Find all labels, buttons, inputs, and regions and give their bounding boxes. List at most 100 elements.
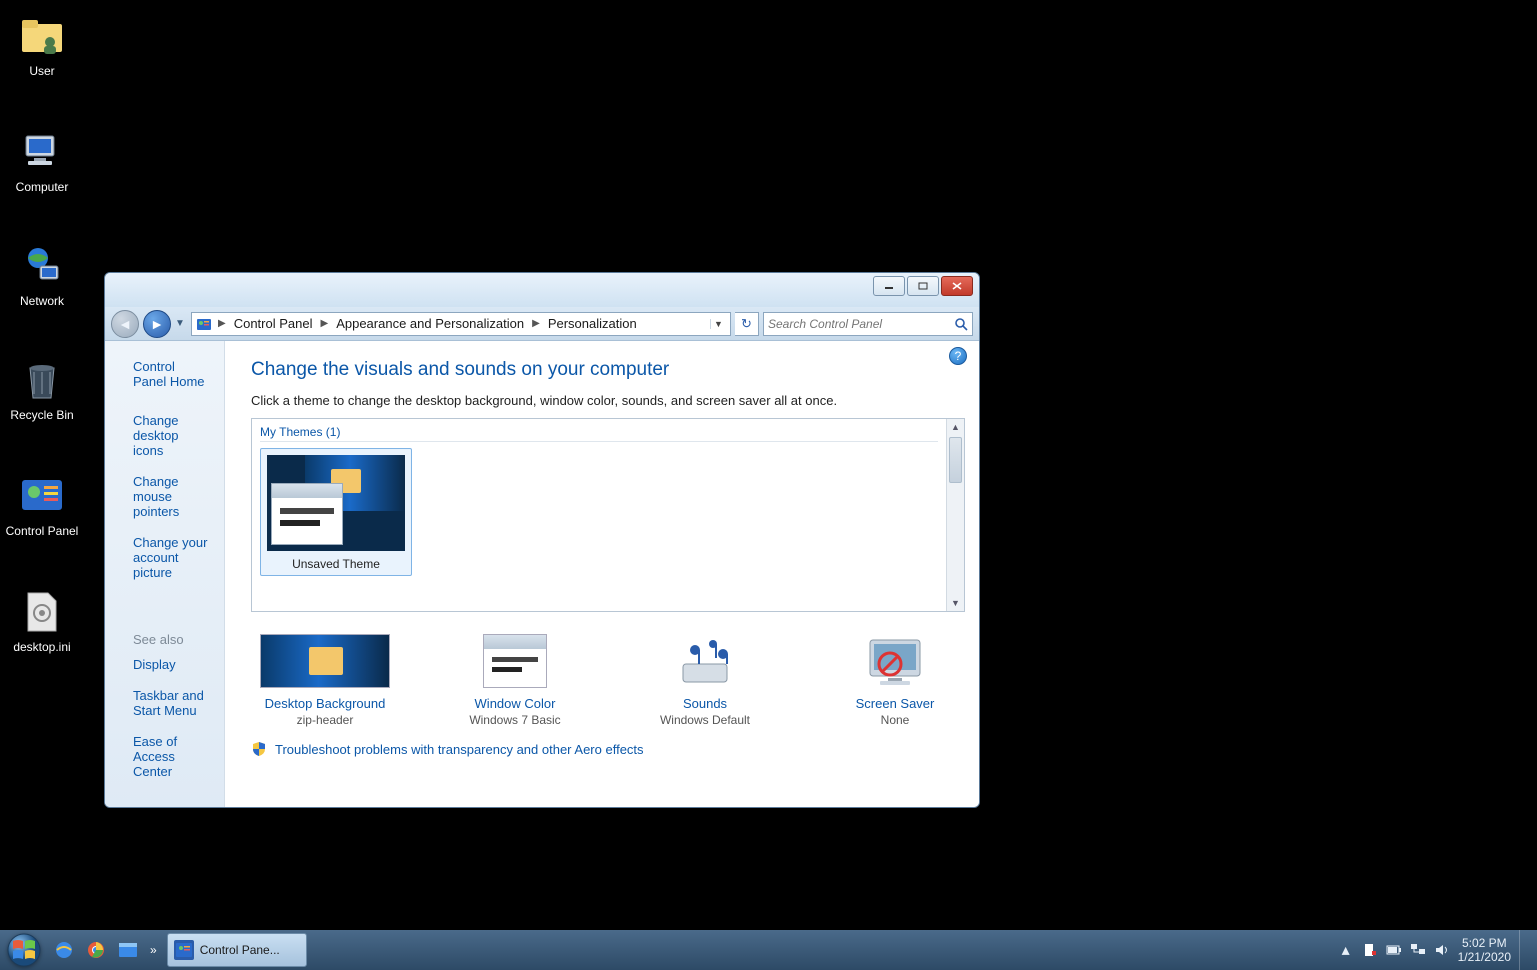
screen-saver-link[interactable]: Screen Saver None [825, 634, 965, 727]
q-title: Desktop Background [255, 696, 395, 711]
desktop-icon-label: Computer [2, 180, 82, 194]
breadcrumb-item[interactable]: Control Panel [232, 316, 315, 331]
desktop-background-link[interactable]: Desktop Background zip-header [255, 634, 395, 727]
maximize-button[interactable] [907, 276, 939, 296]
breadcrumb-root-icon [196, 316, 212, 332]
search-box[interactable] [763, 312, 973, 336]
desktop-icon-controlpanel[interactable]: Control Panel [2, 472, 82, 538]
desktop-icon-user[interactable]: User [2, 12, 82, 78]
sounds-link[interactable]: Sounds Windows Default [635, 634, 775, 727]
desktop-icon-label: Network [2, 294, 82, 308]
nav-history-dropdown[interactable]: ▼ [175, 318, 187, 329]
clock-date: 1/21/2020 [1458, 950, 1511, 964]
themes-scrollbar[interactable]: ▲ ▼ [946, 419, 964, 611]
system-tray: ▴ 5:02 PM 1/21/2020 [1334, 930, 1537, 970]
network-icon [18, 242, 66, 290]
desktop-icon-recyclebin[interactable]: Recycle Bin [2, 356, 82, 422]
clock-time: 5:02 PM [1458, 936, 1511, 950]
chevron-right-icon: ▶ [528, 318, 544, 329]
breadcrumb[interactable]: ▶ Control Panel ▶ Appearance and Persona… [191, 312, 731, 336]
sounds-thumb [640, 634, 770, 688]
tray-volume-icon[interactable] [1433, 941, 1451, 959]
desktop-icon-network[interactable]: Network [2, 242, 82, 308]
window-color-link[interactable]: Window Color Windows 7 Basic [445, 634, 585, 727]
tray-action-center-icon[interactable] [1361, 941, 1379, 959]
window-color-thumb [483, 634, 547, 688]
sidebar-link-desktop-icons[interactable]: Change desktop icons [133, 413, 208, 458]
refresh-button[interactable]: ↻ [735, 312, 759, 336]
chevron-right-icon: ▶ [316, 318, 332, 329]
breadcrumb-dropdown[interactable]: ▼ [710, 319, 726, 329]
search-input[interactable] [768, 317, 954, 331]
controlpanel-icon [174, 940, 194, 960]
folder-user-icon [18, 12, 66, 60]
q-title: Screen Saver [825, 696, 965, 711]
desktop-icon-desktopini[interactable]: desktop.ini [2, 588, 82, 654]
taskbar-item-label: Control Pane... [200, 943, 280, 957]
sidebar: Control Panel Home Change desktop icons … [105, 341, 225, 807]
q-sub: Windows Default [635, 713, 775, 727]
address-bar: ◄ ► ▼ ▶ Control Panel ▶ Appearance and P… [105, 307, 979, 341]
pinned-ie[interactable] [50, 936, 78, 964]
desktop-icon-label: desktop.ini [2, 640, 82, 654]
control-panel-window: ◄ ► ▼ ▶ Control Panel ▶ Appearance and P… [104, 272, 980, 808]
desktop-icon-computer[interactable]: Computer [2, 128, 82, 194]
themes-listbox: My Themes (1) Unsaved Theme ▲ ▼ [251, 418, 965, 612]
tray-clock[interactable]: 5:02 PM 1/21/2020 [1454, 936, 1519, 964]
pinned-explorer[interactable] [114, 936, 142, 964]
q-title: Window Color [445, 696, 585, 711]
theme-label: Unsaved Theme [267, 557, 405, 571]
q-title: Sounds [635, 696, 775, 711]
controlpanel-icon [18, 472, 66, 520]
sidebar-link-display[interactable]: Display [133, 657, 208, 672]
scroll-thumb[interactable] [949, 437, 962, 483]
titlebar[interactable] [105, 273, 979, 307]
breadcrumb-item[interactable]: Appearance and Personalization [334, 316, 526, 331]
help-button[interactable]: ? [949, 347, 967, 365]
minimize-button[interactable] [873, 276, 905, 296]
page-description: Click a theme to change the desktop back… [251, 393, 965, 408]
sidebar-link-account-picture[interactable]: Change your account picture [133, 535, 208, 580]
computer-icon [18, 128, 66, 176]
pinned-chrome[interactable] [82, 936, 110, 964]
q-sub: None [825, 713, 965, 727]
sidebar-link-ease-of-access[interactable]: Ease of Access Center [133, 734, 208, 779]
recyclebin-icon [18, 356, 66, 404]
shield-icon [251, 741, 267, 757]
theme-item[interactable]: Unsaved Theme [260, 448, 412, 576]
ini-file-icon [18, 588, 66, 636]
themes-section-header: My Themes (1) [260, 425, 938, 442]
chevron-right-icon: ▶ [214, 318, 230, 329]
start-button[interactable] [0, 930, 48, 970]
close-button[interactable] [941, 276, 973, 296]
nav-forward-button[interactable]: ► [143, 310, 171, 338]
theme-thumbnail [267, 455, 405, 551]
screen-saver-thumb [830, 634, 960, 688]
sidebar-home-link[interactable]: Control Panel Home [133, 359, 208, 389]
search-icon[interactable] [954, 317, 968, 331]
troubleshoot-link[interactable]: Troubleshoot problems with transparency … [275, 742, 644, 757]
tray-overflow-button[interactable]: ▴ [1337, 941, 1355, 959]
tray-power-icon[interactable] [1385, 941, 1403, 959]
desktop-icon-label: User [2, 64, 82, 78]
troubleshoot-row: Troubleshoot problems with transparency … [251, 741, 965, 757]
desktop-icon-label: Recycle Bin [2, 408, 82, 422]
q-sub: Windows 7 Basic [445, 713, 585, 727]
breadcrumb-item[interactable]: Personalization [546, 316, 639, 331]
desktop-icon-label: Control Panel [2, 524, 82, 538]
sidebar-seealso-label: See also [133, 632, 208, 647]
tray-network-icon[interactable] [1409, 941, 1427, 959]
sidebar-link-taskbar[interactable]: Taskbar and Start Menu [133, 688, 208, 718]
nav-back-button[interactable]: ◄ [111, 310, 139, 338]
content-panel: ? Change the visuals and sounds on your … [225, 341, 979, 807]
page-title: Change the visuals and sounds on your co… [251, 359, 965, 381]
taskbar-item-controlpanel[interactable]: Control Pane... [167, 933, 307, 967]
q-sub: zip-header [255, 713, 395, 727]
show-desktop-button[interactable] [1519, 930, 1533, 970]
taskbar: » Control Pane... ▴ 5:02 PM 1/21/2020 [0, 930, 1537, 970]
scroll-up-button[interactable]: ▲ [947, 419, 964, 435]
taskbar-overflow[interactable]: » [144, 943, 163, 957]
sidebar-link-mouse-pointers[interactable]: Change mouse pointers [133, 474, 208, 519]
scroll-down-button[interactable]: ▼ [947, 595, 964, 611]
desktop-background-thumb [260, 634, 390, 688]
